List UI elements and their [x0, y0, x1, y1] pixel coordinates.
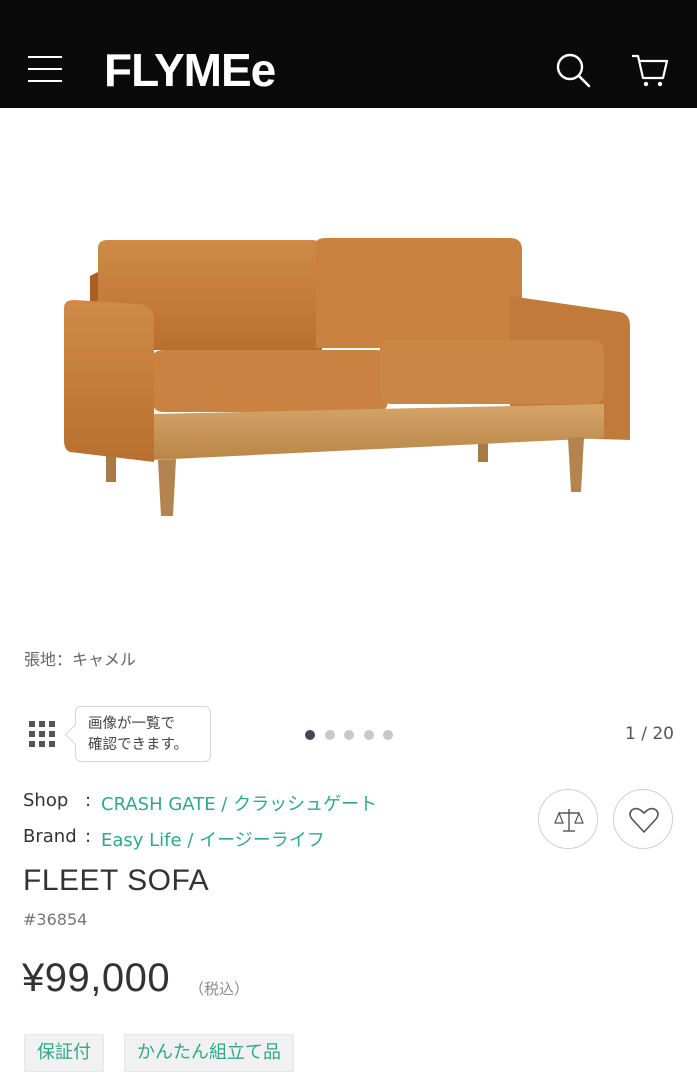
site-header: FLYMEe [0, 0, 697, 108]
carousel-dot[interactable] [305, 730, 315, 740]
tax-note: （税込） [189, 980, 250, 998]
favorite-button[interactable] [613, 789, 673, 849]
gallery-grid-icon[interactable] [29, 721, 57, 749]
tooltip-line-1: 画像が一覧で [88, 716, 175, 732]
product-price: ¥99,000 [22, 956, 171, 1000]
site-logo[interactable]: FLYMEe [104, 44, 276, 96]
gallery-tooltip: 画像が一覧で 確認できます。 [75, 706, 211, 762]
hamburger-menu-icon[interactable] [28, 56, 62, 84]
tooltip-line-2: 確認できます。 [88, 737, 189, 753]
carousel-dot[interactable] [363, 730, 374, 740]
shop-label: Shop [23, 790, 69, 811]
brand-link[interactable]: Easy Life / イージーライフ [101, 826, 325, 852]
tag-warranty: 保証付 [24, 1034, 104, 1072]
shop-link[interactable]: CRASH GATE / クラッシュゲート [101, 790, 377, 816]
shop-separator: : [85, 790, 92, 811]
tag-easy-assembly: かんたん組立て品 [124, 1034, 294, 1072]
compare-button[interactable] [538, 789, 598, 849]
product-sku: #36854 [23, 910, 88, 929]
product-title: FLEET SOFA [23, 864, 210, 897]
carousel-dot[interactable] [383, 730, 393, 740]
search-icon[interactable] [555, 52, 591, 88]
heart-icon [629, 807, 659, 833]
carousel-dot[interactable] [324, 730, 335, 740]
carousel-dot[interactable] [344, 730, 354, 740]
scale-icon [554, 809, 584, 832]
cart-icon[interactable] [630, 52, 670, 88]
upholstery-caption: 張地：キャメル [24, 650, 137, 669]
image-counter: 1 / 20 [625, 724, 674, 744]
brand-separator: : [85, 826, 92, 847]
sofa-image[interactable] [40, 200, 660, 540]
brand-label: Brand [23, 826, 77, 847]
